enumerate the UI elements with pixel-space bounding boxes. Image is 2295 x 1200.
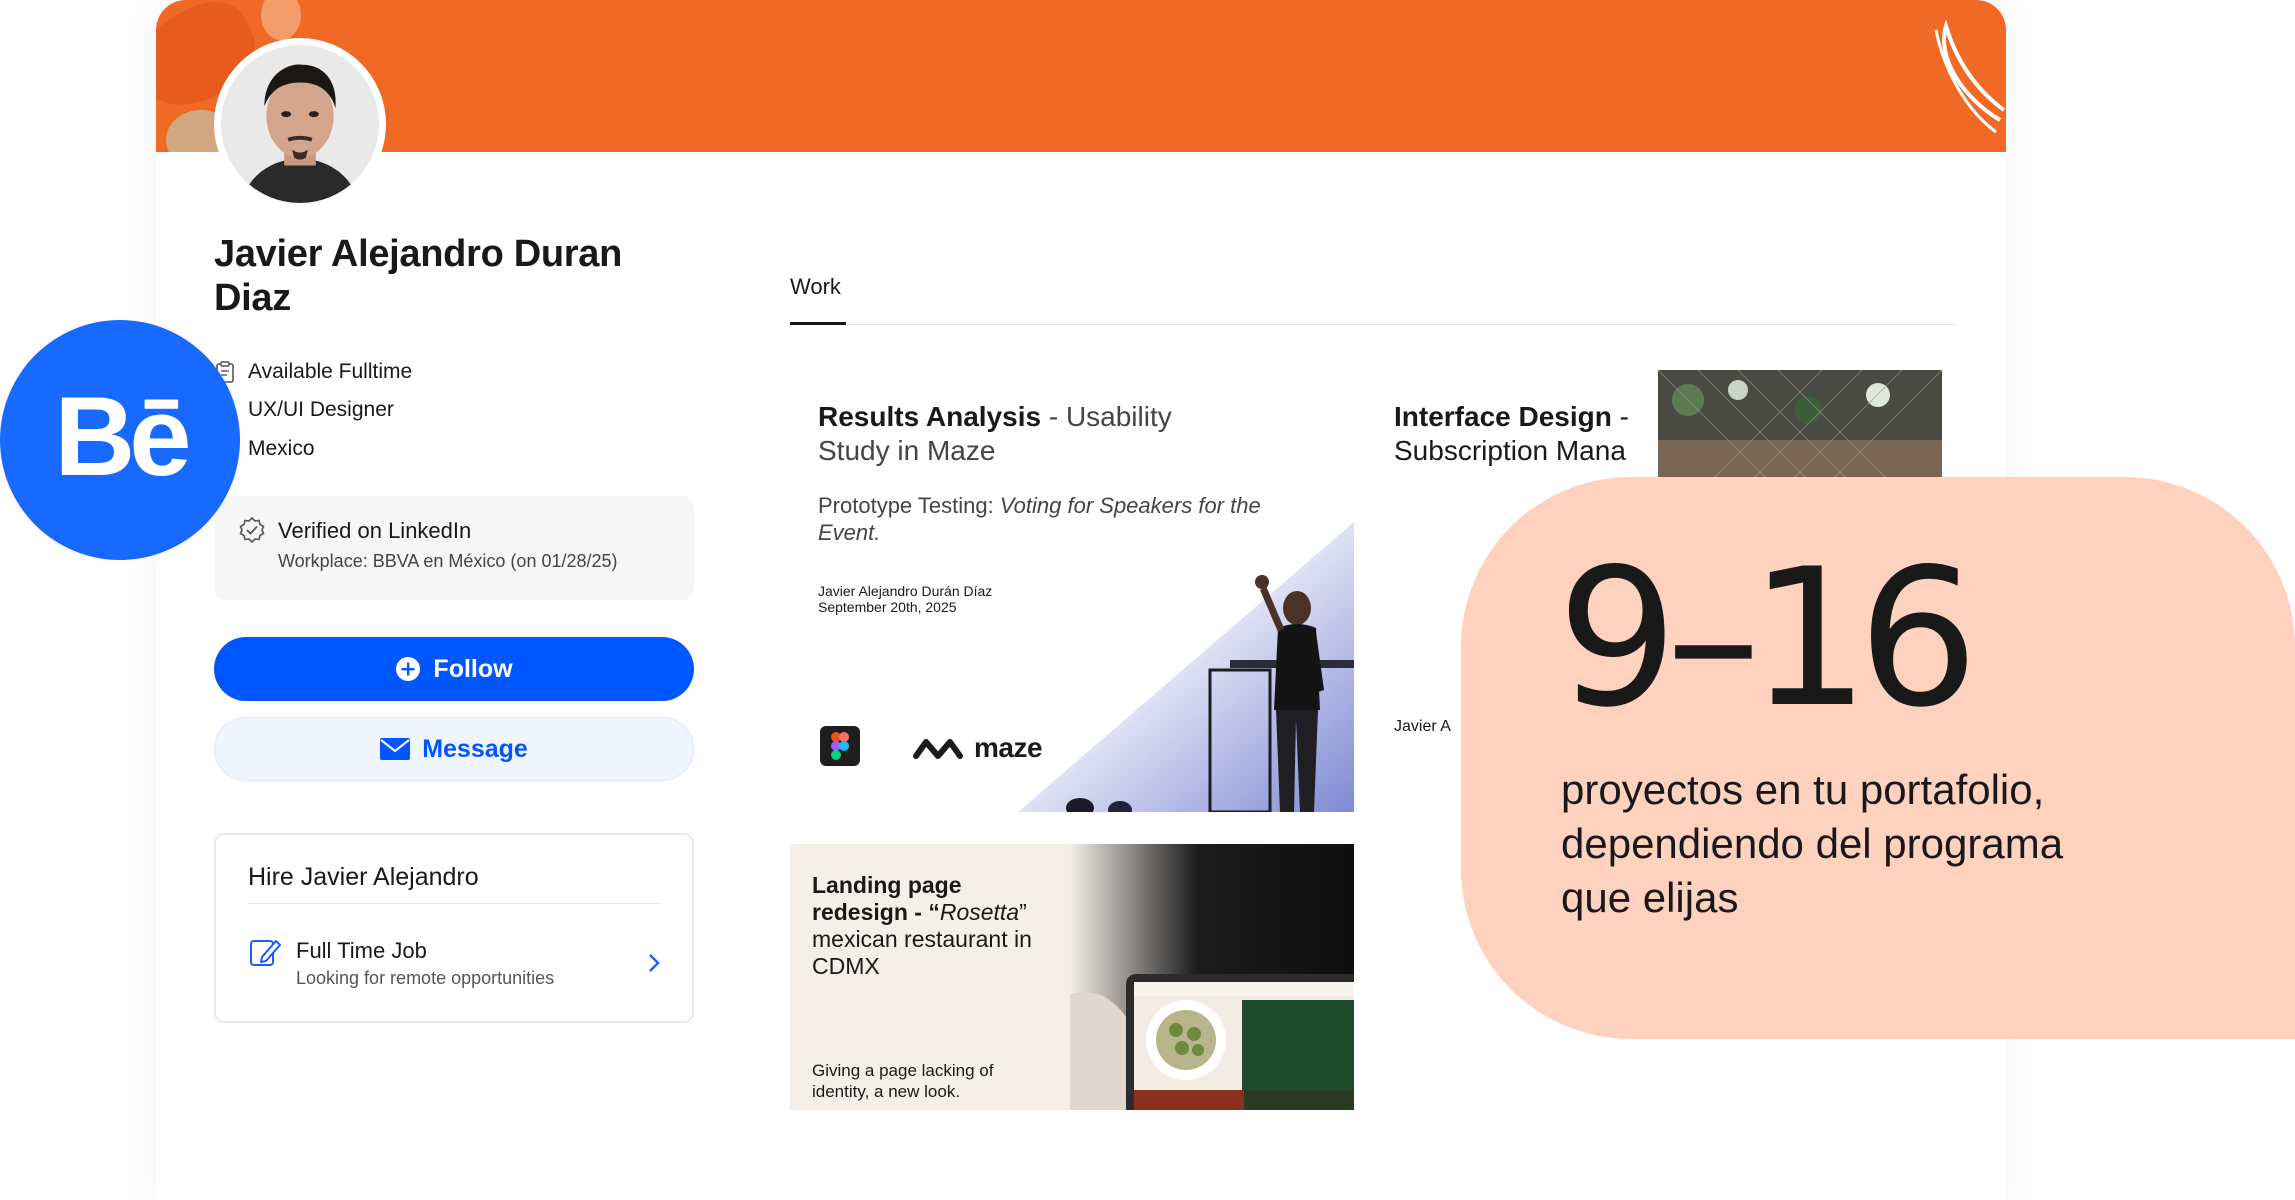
profile-cover [156, 0, 2006, 152]
projects-count-callout: 9–16 proyectos en tu portafolio, dependi… [1461, 477, 2295, 1039]
hire-title: Hire Javier Alejandro [248, 863, 479, 891]
follow-button[interactable]: Follow [214, 637, 694, 701]
project-author: Javier A [1394, 718, 1451, 735]
pen-edit-icon [248, 935, 282, 974]
cover-swoosh-graphic [1934, 20, 2006, 134]
tab-work[interactable]: Work [790, 274, 841, 300]
avatar-photo [221, 45, 379, 203]
chevron-right-icon[interactable] [648, 953, 660, 978]
availability-row: Available Fulltime [214, 360, 654, 384]
behance-logo-badge: Bē [0, 320, 240, 560]
verified-workplace: Workplace: BBVA en México (on 01/28/25) [278, 551, 618, 571]
profile-avatar[interactable] [214, 38, 386, 210]
project-cover-laptop-mockup [1070, 844, 1354, 1110]
project-description: Prototype Testing: Voting for Speakers f… [818, 493, 1261, 545]
behance-logo-text: Bē [54, 373, 191, 499]
tab-work-active-indicator [790, 322, 846, 325]
figma-logo-icon [820, 726, 860, 771]
role-text: UX/UI Designer [248, 398, 394, 421]
follow-label: Follow [433, 654, 513, 683]
location-row: Mexico [214, 437, 654, 461]
hire-job-subtitle: Looking for remote opportunities [296, 968, 555, 988]
location-text: Mexico [248, 437, 315, 460]
hire-panel: Hire Javier Alejandro Full Time Job Look… [214, 833, 694, 1023]
plus-circle-icon [396, 657, 421, 681]
project-author: Javier Alejandro Durán Díaz September 20t… [818, 583, 993, 615]
project-title: Interface Design - Subscription Mana [1394, 401, 1629, 466]
profile-name: Javier Alejandro Duran Diaz [214, 233, 623, 319]
message-label: Message [422, 734, 528, 763]
maze-mark-icon [913, 739, 963, 759]
project-card-usability-study[interactable]: Results Analysis - Usability Study in Ma… [790, 370, 1354, 812]
project-subtitle: Giving a page lacking of identity, a new… [812, 1061, 994, 1101]
hire-job-title: Full Time Job [296, 938, 427, 963]
project-title: Landing page redesign - “Rosetta” mexica… [812, 872, 1032, 979]
verified-title: Verified on LinkedIn [278, 518, 472, 543]
project-title: Results Analysis - Usability Study in Ma… [818, 401, 1172, 466]
callout-number: 9–16 [1557, 528, 1979, 749]
availability-text: Available Fulltime [248, 360, 413, 383]
message-button[interactable]: Message [214, 717, 694, 781]
role-row: UX/UI Designer [214, 398, 654, 422]
envelope-icon [380, 738, 411, 760]
maze-logo: maze [912, 732, 1043, 764]
callout-caption: proyectos en tu portafolio, dependiendo … [1561, 766, 2064, 921]
verified-linkedin-box: Verified on LinkedIn Workplace: BBVA en … [214, 496, 694, 600]
verified-badge-icon [238, 516, 266, 549]
project-card-rosetta-landing[interactable]: Landing page redesign - “Rosetta” mexica… [790, 844, 1354, 1110]
